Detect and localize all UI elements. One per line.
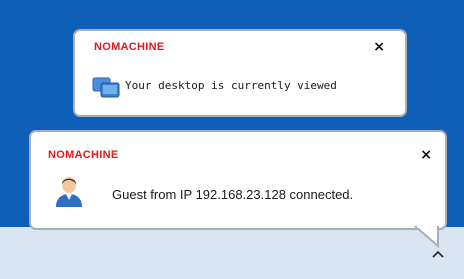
notification-desktop-viewed[interactable]: NOMACHINE × Your desktop is currently vi… (73, 29, 407, 117)
notification-guest-connected[interactable]: NOMACHINE × Guest from IP 192.168.23.128… (29, 130, 447, 230)
close-button[interactable]: × (373, 40, 385, 54)
close-button[interactable]: × (420, 148, 432, 162)
nomachine-logo: NOMACHINE (94, 41, 165, 53)
chevron-up-icon (432, 250, 444, 258)
desktop-icon (92, 77, 120, 98)
nomachine-logo: NOMACHINE (48, 149, 119, 161)
taskbar (0, 227, 464, 279)
notification-pointer (414, 226, 439, 248)
notification-message: Your desktop is currently viewed (125, 79, 337, 92)
user-icon (56, 177, 82, 207)
notification-message: Guest from IP 192.168.23.128 connected. (112, 187, 354, 202)
